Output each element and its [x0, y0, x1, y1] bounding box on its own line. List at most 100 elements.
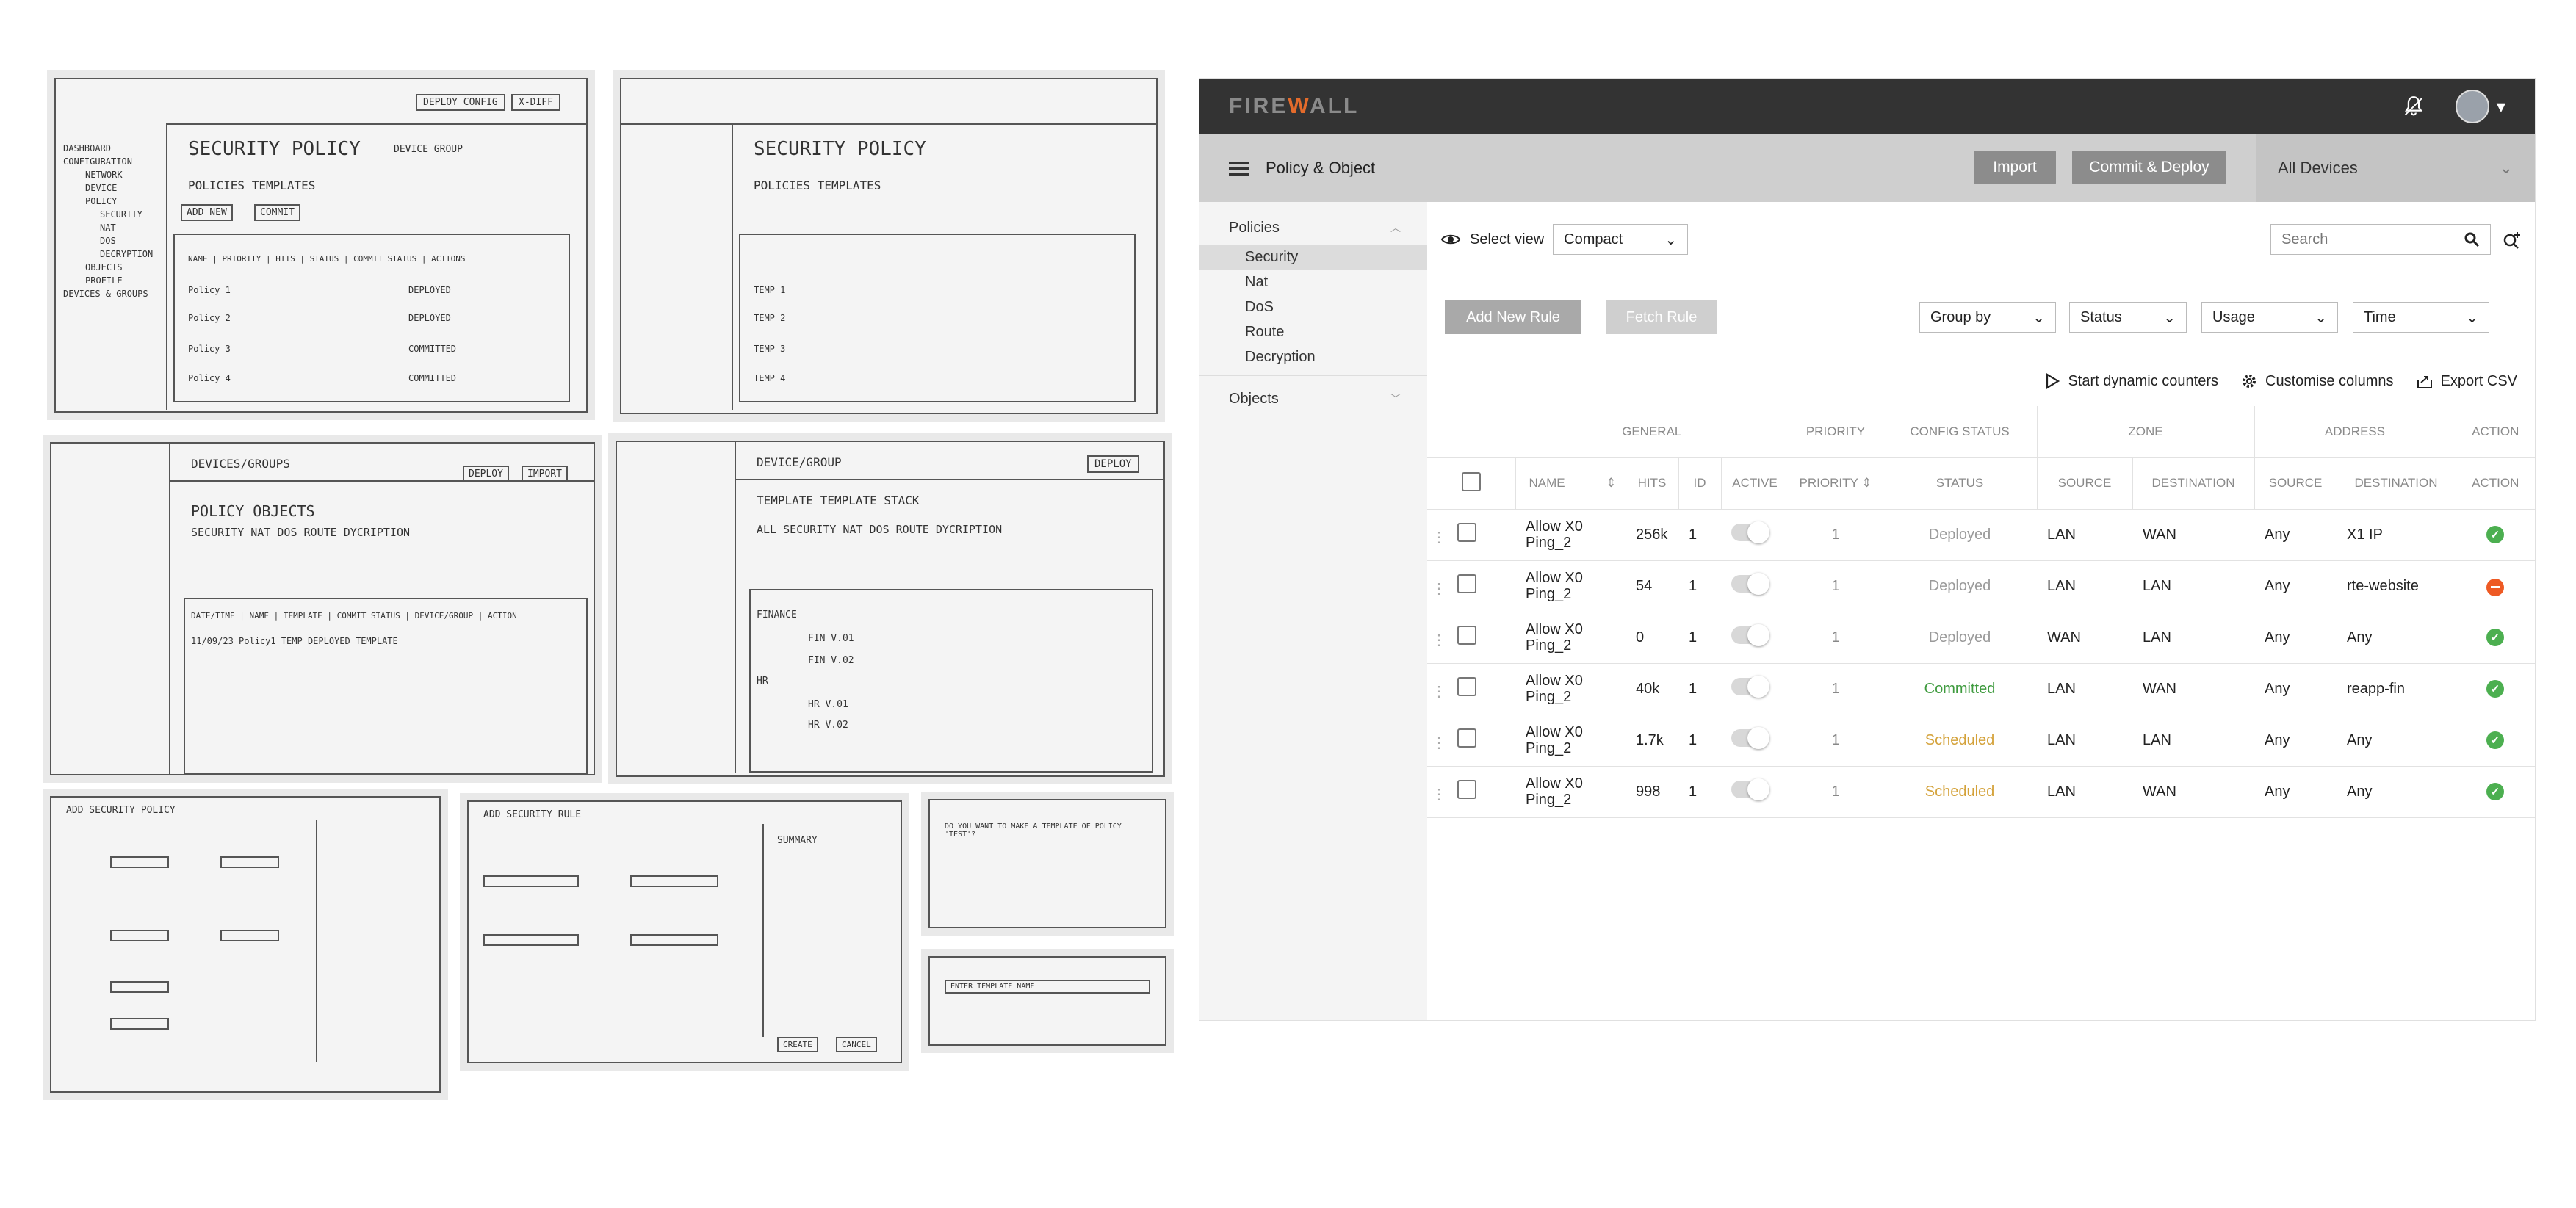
add-search-icon[interactable]	[2501, 230, 2523, 252]
col-name[interactable]: NAME ⇕	[1515, 457, 1626, 510]
address-source: Any	[2254, 509, 2337, 561]
active-cell	[1721, 612, 1789, 664]
devices-dropdown[interactable]: All Devices ⌄	[2256, 134, 2535, 202]
hamburger-menu-icon[interactable]	[1229, 161, 1249, 176]
rule-name[interactable]: Allow X0 Ping_2	[1515, 509, 1626, 561]
logo: FIREWALL	[1229, 94, 1360, 118]
col-status[interactable]: STATUS	[1882, 457, 2037, 510]
sketch-row: Policy 3	[188, 344, 231, 354]
commit-deploy-button[interactable]: Commit & Deploy	[2072, 151, 2226, 184]
active-toggle[interactable]	[1731, 727, 1769, 749]
table-row[interactable]: ⋮ Allow X0 Ping_2 54 1 1 Deployed LAN LAN Any rt…	[1427, 560, 2535, 612]
avatar[interactable]	[2455, 90, 2489, 123]
row-checkbox[interactable]	[1457, 677, 1476, 696]
table-row[interactable]: ⋮ Allow X0 Ping_2 40k 1 1 Committed LAN WAN Any…	[1427, 663, 2535, 715]
sketch-row: Policy 1	[188, 285, 231, 295]
start-counters-button[interactable]: Start dynamic counters	[2044, 372, 2218, 390]
devices-label: All Devices	[2278, 159, 2358, 177]
nav-objects[interactable]: Objects ﹀	[1199, 382, 1427, 416]
address-source: Any	[2254, 766, 2337, 818]
drag-handle-icon[interactable]: ⋮	[1432, 529, 1446, 546]
group-by-dropdown[interactable]: Group by ⌄	[1919, 302, 2056, 333]
active-cell	[1721, 663, 1789, 715]
rule-priority: 1	[1789, 766, 1883, 818]
bell-icon[interactable]	[2401, 94, 2426, 119]
view-dropdown[interactable]: Compact ⌄	[1553, 224, 1689, 255]
zone-destination: LAN	[2132, 715, 2254, 767]
nav-policies[interactable]: Policies ︿	[1199, 211, 1427, 245]
active-toggle[interactable]	[1731, 521, 1769, 543]
col-id[interactable]: ID	[1678, 457, 1721, 510]
drag-handle-icon[interactable]: ⋮	[1432, 786, 1446, 803]
group-general: GENERAL	[1515, 406, 1789, 458]
customise-columns-button[interactable]: Customise columns	[2240, 372, 2394, 390]
rule-name[interactable]: Allow X0 Ping_2	[1515, 766, 1626, 818]
sketch-row: 11/09/23 Policy1 TEMP DEPLOYED TEMPLATE	[191, 636, 398, 646]
search-input[interactable]: Search	[2270, 224, 2491, 255]
rule-name[interactable]: Allow X0 Ping_2	[1515, 612, 1626, 664]
zone-destination: WAN	[2132, 509, 2254, 561]
active-toggle[interactable]	[1731, 778, 1769, 800]
row-checkbox[interactable]	[1457, 728, 1476, 748]
allow-icon: ✓	[2486, 629, 2504, 646]
nav-item-dos[interactable]: DoS	[1199, 294, 1427, 319]
group-action: ACTION	[2455, 406, 2535, 458]
drag-handle-icon[interactable]: ⋮	[1432, 632, 1446, 648]
col-address-destination[interactable]: DESTINATION	[2336, 457, 2456, 510]
col-zone-destination[interactable]: DESTINATION	[2132, 457, 2254, 510]
group-priority: PRIORITY	[1788, 406, 1883, 458]
rule-name[interactable]: Allow X0 Ping_2	[1515, 560, 1626, 612]
select-all-checkbox[interactable]	[1461, 471, 1481, 491]
row-checkbox[interactable]	[1457, 574, 1476, 593]
row-checkbox[interactable]	[1457, 523, 1476, 542]
table-row[interactable]: ⋮ Allow X0 Ping_2 0 1 1 Deployed WAN LAN Any Any…	[1427, 612, 2535, 664]
fetch-rule-button[interactable]: Fetch Rule	[1606, 300, 1717, 334]
active-toggle[interactable]	[1731, 624, 1769, 646]
main-content: Select view Compact ⌄ Search Add New Rule…	[1427, 202, 2535, 1020]
row-checkbox[interactable]	[1457, 626, 1476, 645]
drag-handle-icon[interactable]: ⋮	[1432, 684, 1446, 700]
user-menu[interactable]: ▼	[2455, 90, 2505, 123]
time-dropdown[interactable]: Time ⌄	[2353, 302, 2489, 333]
rule-status: Scheduled	[1883, 715, 2037, 767]
rule-name[interactable]: Allow X0 Ping_2	[1515, 715, 1626, 767]
rule-hits: 54	[1626, 560, 1678, 612]
wireframe-paper: ENTER TEMPLATE NAME	[928, 956, 1166, 1046]
gear-icon	[2243, 375, 2256, 388]
sketch-title: SECURITY POLICY	[754, 138, 926, 160]
table-row[interactable]: ⋮ Allow X0 Ping_2 1.7k 1 1 Scheduled LAN LAN An…	[1427, 715, 2535, 767]
status-dropdown[interactable]: Status ⌄	[2069, 302, 2187, 333]
wireframe-template-name: ENTER TEMPLATE NAME	[921, 949, 1174, 1053]
rule-name[interactable]: Allow X0 Ping_2	[1515, 663, 1626, 715]
usage-dropdown[interactable]: Usage ⌄	[2201, 302, 2338, 333]
active-cell	[1721, 766, 1789, 818]
group-config-status: CONFIG STATUS	[1882, 406, 2037, 458]
rule-priority: 1	[1789, 509, 1883, 561]
import-button[interactable]: Import	[1974, 151, 2056, 184]
drag-handle-icon[interactable]: ⋮	[1432, 735, 1446, 751]
nav-item-route[interactable]: Route	[1199, 319, 1427, 344]
table-row[interactable]: ⋮ Allow X0 Ping_2 998 1 1 Scheduled LAN WAN Any…	[1427, 766, 2535, 818]
col-hits[interactable]: HITS	[1625, 457, 1678, 510]
col-active[interactable]: ACTIVE	[1720, 457, 1789, 510]
sketch-row: FIN V.01	[808, 633, 854, 644]
col-zone-source[interactable]: SOURCE	[2036, 457, 2132, 510]
sketch-status: DEPLOYED	[408, 285, 451, 295]
export-icon	[2417, 376, 2432, 388]
row-checkbox[interactable]	[1457, 780, 1476, 799]
drag-handle-icon[interactable]: ⋮	[1432, 581, 1446, 597]
active-toggle[interactable]	[1731, 573, 1769, 595]
export-csv-button[interactable]: Export CSV	[2416, 372, 2517, 390]
nav-item-security[interactable]: Security	[1199, 245, 1427, 270]
active-toggle[interactable]	[1731, 676, 1769, 698]
nav-item-decryption[interactable]: Decryption	[1199, 344, 1427, 369]
col-priority[interactable]: PRIORITY ⇕	[1788, 457, 1883, 510]
nav-item-nat[interactable]: Nat	[1199, 270, 1427, 294]
sketch-row: Policy 4	[188, 373, 231, 383]
table-row[interactable]: ⋮ Allow X0 Ping_2 256k 1 1 Deployed LAN WAN Any…	[1427, 509, 2535, 561]
add-new-rule-button[interactable]: Add New Rule	[1445, 300, 1581, 334]
col-action[interactable]: ACTION	[2455, 457, 2535, 510]
sketch-row: TEMP 1	[754, 285, 786, 295]
group-zone: ZONE	[2036, 406, 2254, 458]
col-address-source[interactable]: SOURCE	[2254, 457, 2337, 510]
